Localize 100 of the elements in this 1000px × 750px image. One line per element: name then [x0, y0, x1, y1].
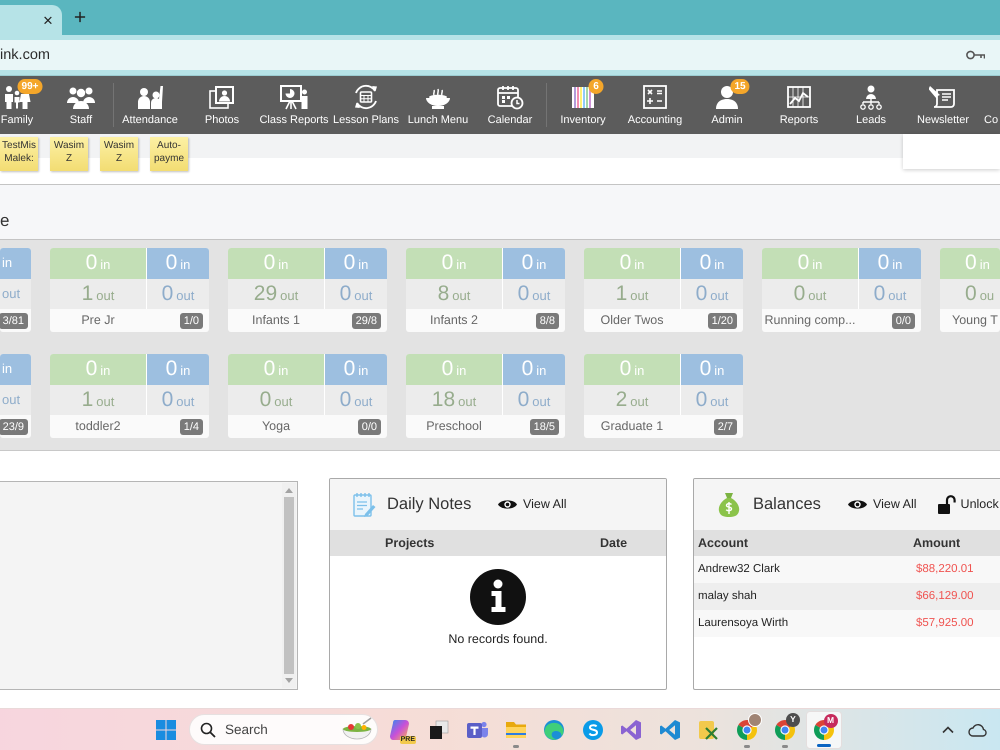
table-row[interactable]: malay shah $66,129.00 — [694, 583, 1000, 610]
out-count-cell: 0 out — [324, 385, 387, 415]
presentation-board-icon — [280, 84, 308, 110]
classroom-name: Infants 1 — [251, 312, 301, 330]
in-count-cell: 0 in — [680, 248, 743, 279]
table-row[interactable]: Laurensoya Wirth $57,925.00 — [694, 610, 1000, 637]
nav-item[interactable]: 15 Admin — [691, 76, 763, 134]
classroom-card[interactable]: 0 in 0 in 0 out 0 out Yoga 0/0 — [228, 354, 387, 438]
out-count-cell: 0 out — [680, 279, 743, 309]
new-tab-button[interactable]: + — [70, 6, 90, 28]
panel-title: Daily Notes — [387, 494, 472, 516]
view-all-link[interactable]: View All — [847, 495, 917, 514]
out-count-cell: 1 out — [50, 279, 146, 309]
nav-item[interactable]: Newsletter — [907, 76, 979, 134]
nav-item[interactable]: Photos — [186, 76, 258, 134]
search-field[interactable]: Search — [189, 714, 378, 745]
ratio-badge: 0/0 — [892, 312, 915, 328]
running-indicator — [744, 744, 750, 748]
code-editor-icon — [658, 718, 682, 742]
nav-item[interactable]: Calendar — [474, 76, 546, 134]
table-row[interactable]: Andrew32 Clark $88,220.01 — [694, 556, 1000, 583]
ratio-badge: 2/7 — [714, 418, 737, 434]
nav-item[interactable]: Lesson Plans — [330, 76, 402, 134]
classroom-card[interactable]: 0 in 0 in 1 out 0 out Pre Jr 1/0 — [50, 248, 209, 332]
classroom-name: toddler2 — [74, 418, 122, 436]
scroll-down-arrow-icon[interactable] — [285, 678, 293, 683]
nav-item[interactable]: Lunch Menu — [402, 76, 474, 134]
classroom-name: Young T — [951, 312, 998, 330]
key-icon — [966, 50, 985, 60]
column-header: Account — [697, 534, 749, 552]
scroll-up-arrow-icon[interactable] — [285, 488, 293, 493]
sticky-note[interactable]: TestMis Malek: — [0, 137, 38, 171]
taskbar-app-button[interactable]: M — [806, 710, 842, 748]
unlock-button[interactable]: Unlock — [936, 495, 999, 514]
nav-item[interactable]: Attendance — [114, 76, 186, 134]
running-indicator — [816, 744, 830, 746]
in-count-cell: 0 in — [324, 354, 387, 385]
ratio-badge: 18/5 — [530, 418, 559, 434]
amount-cell-text: $66,129.00 — [915, 588, 974, 604]
chart-board-icon — [785, 84, 813, 110]
profile-badge: M — [824, 714, 838, 728]
classroom-card[interactable]: 0 in 0 in 2 out 0 out Graduate 1 2/7 — [584, 354, 743, 438]
out-count-cell: 0 out — [502, 279, 565, 309]
in-count-cell: 0 in — [680, 354, 743, 385]
classroom-name: Infants 2 — [429, 312, 479, 330]
browser-tab[interactable]: × — [0, 5, 62, 35]
info-icon — [470, 569, 526, 625]
classroom-card[interactable]: 0 in 0 in 0 out 0 out Running comp... 0/0 — [762, 248, 921, 332]
in-count-cell: 0 in — [858, 248, 921, 279]
taskbar-app-button[interactable]: Y — [767, 710, 803, 748]
photos-icon — [208, 84, 236, 110]
account-cell-text: malay shah — [697, 588, 758, 604]
out-count-cell: 0 out — [502, 385, 565, 415]
sticky-note[interactable]: Auto- payme — [150, 137, 188, 171]
out-count-cell: 1 out — [50, 385, 146, 415]
in-count-cell: 0 in — [502, 354, 565, 385]
in-count-cell: 0 in — [50, 248, 146, 279]
chevron-up-icon[interactable] — [942, 725, 954, 734]
view-all-link[interactable]: View All — [497, 495, 567, 514]
scrollbar-thumb[interactable] — [284, 497, 294, 674]
ratio-badge: 1/0 — [180, 312, 203, 328]
out-count-cell: 0 out — [762, 279, 858, 309]
nav-item[interactable]: Staff — [49, 76, 113, 134]
classroom-card[interactable]: 0 in 0 ou Young T — [940, 248, 1000, 332]
classroom-card[interactable]: 0 in 0 in 1 out 0 out toddler2 1/4 — [50, 354, 209, 438]
running-indicator — [782, 744, 788, 748]
classroom-name: Older Twos — [600, 312, 664, 330]
classroom-card[interactable]: 0 in 0 in 18 out 0 out Preschool 18/5 — [406, 354, 565, 438]
classroom-name: Running comp... — [763, 312, 857, 330]
nav-item[interactable]: Leads — [835, 76, 907, 134]
count-badge: 99+ — [18, 79, 42, 94]
address-field[interactable]: ink.com — [0, 40, 1000, 70]
classroom-card[interactable]: 0 in 0 in 29 out 0 out Infants 1 29/8 — [228, 248, 387, 332]
classroom-name: Preschool — [425, 418, 483, 436]
in-count-cell: 0 in — [940, 248, 1000, 279]
nav-item[interactable]: Co — [979, 76, 998, 134]
tab-close-button[interactable]: × — [40, 11, 56, 29]
nav-item[interactable]: Accounting — [619, 76, 691, 134]
out-count-cell: 8 out — [406, 279, 502, 309]
ratio-badge: 23/9 — [0, 418, 28, 434]
in-count-cell: 0 in — [584, 248, 680, 279]
count-badge: 15 — [730, 79, 750, 94]
nav-item[interactable]: Class Reports — [258, 76, 330, 134]
in-count-cell: 0 in — [146, 354, 209, 385]
classroom-card[interactable]: in out 23/9 — [0, 354, 31, 438]
cloud-icon[interactable] — [968, 722, 988, 736]
classroom-card[interactable]: 0 in 0 in 8 out 0 out Infants 2 8/8 — [406, 248, 565, 332]
sticky-note[interactable]: Wasim Z — [100, 137, 138, 171]
wave-circle-icon — [542, 718, 566, 742]
classroom-card[interactable]: in out 3/81 — [0, 248, 31, 332]
nav-item[interactable]: Reports — [763, 76, 835, 134]
sticky-note[interactable]: Wasim Z — [50, 137, 88, 171]
nav-item[interactable]: 99+ Family — [0, 76, 49, 134]
ratio-badge: 0/0 — [358, 418, 381, 434]
out-count-cell: 1 out — [584, 279, 680, 309]
nav-item[interactable]: 6 Inventory — [547, 76, 619, 134]
account-cell-text: Andrew32 Clark — [697, 562, 781, 577]
classroom-card[interactable]: 0 in 0 in 1 out 0 out Older Twos 1/20 — [584, 248, 743, 332]
ratio-badge: 29/8 — [352, 312, 381, 328]
open-padlock-icon — [936, 495, 956, 514]
